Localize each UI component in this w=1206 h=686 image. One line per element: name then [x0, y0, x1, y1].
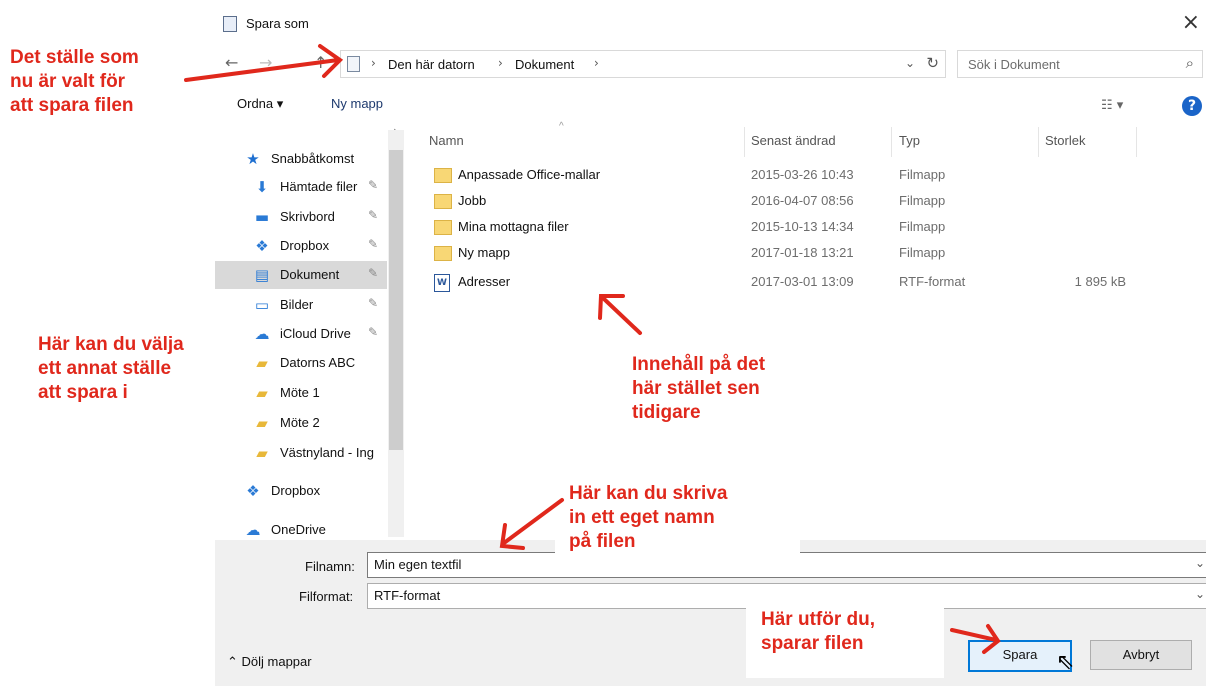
arrow-line-filename	[502, 498, 564, 545]
arrow-line-content	[601, 296, 642, 335]
mouse-cursor-icon: ⇖	[1056, 650, 1075, 675]
arrow-line-location	[184, 58, 340, 82]
annotation-arrows	[184, 44, 1001, 654]
